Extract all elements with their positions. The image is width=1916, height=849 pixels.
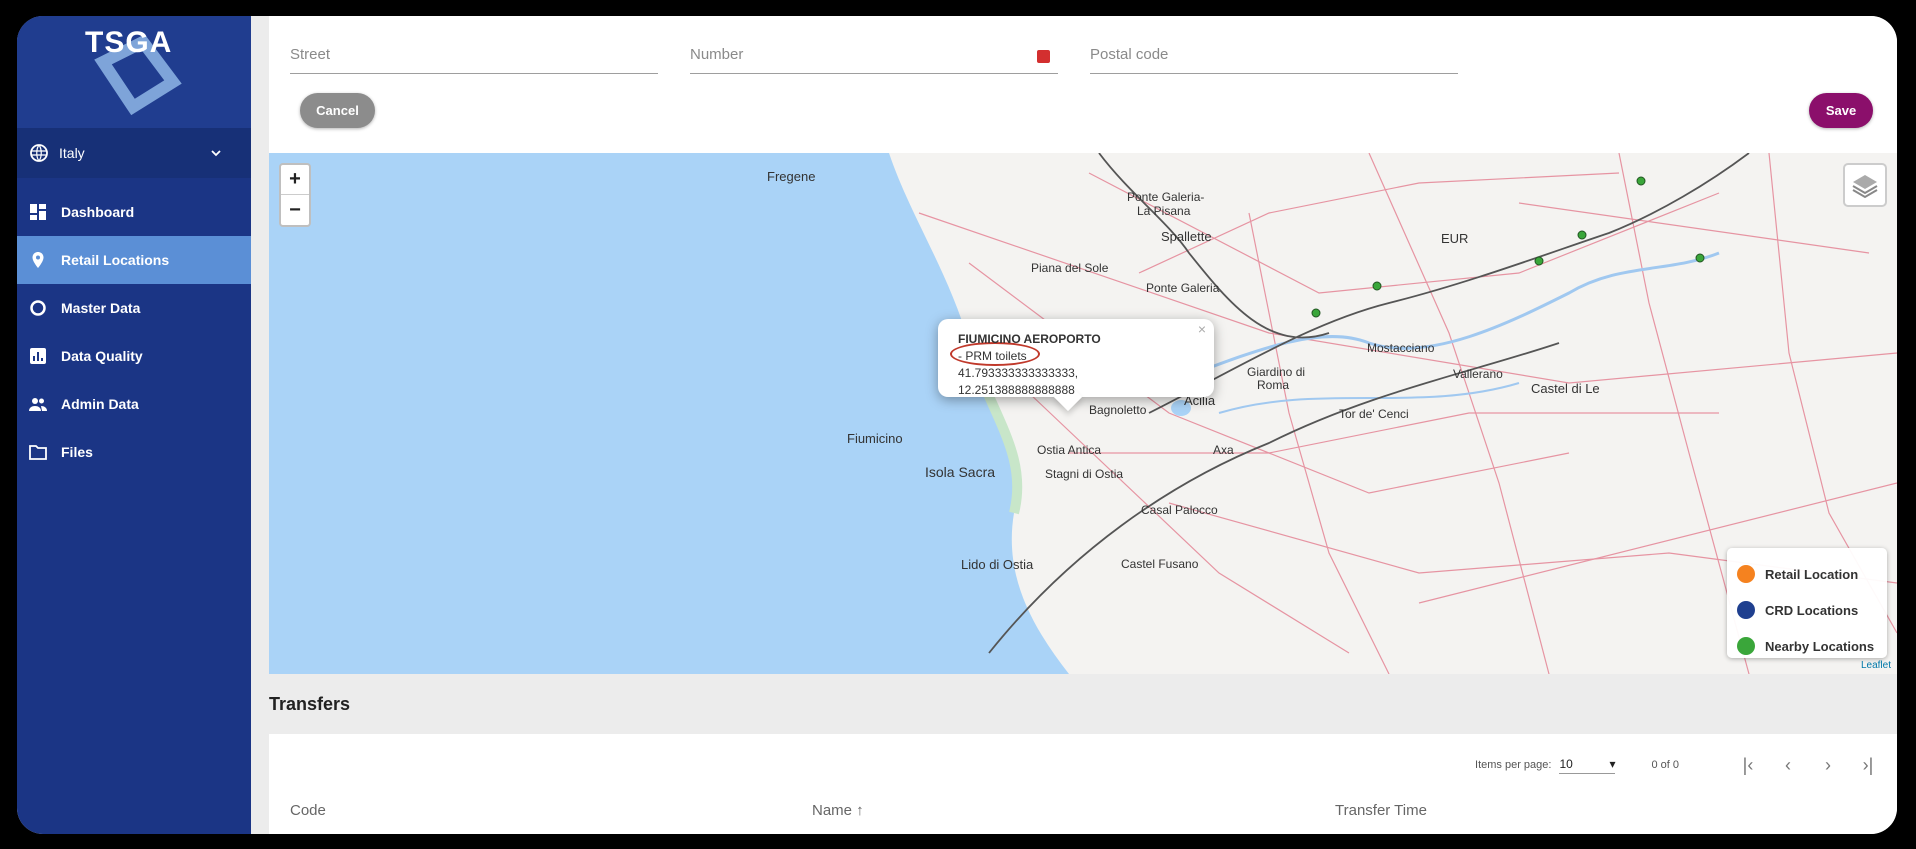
location-pin-icon bbox=[32, 252, 44, 268]
dashboard-icon bbox=[30, 204, 46, 220]
location-popup: × FIUMICINO AEROPORTO - PRM toilets 41.7… bbox=[938, 319, 1214, 412]
postal-code-placeholder: Postal code bbox=[1090, 46, 1169, 63]
main-content: Street Number Postal code Cancel Save Fr… bbox=[251, 16, 1897, 834]
country-label: Italy bbox=[59, 145, 85, 161]
logo-text: TSGA bbox=[85, 26, 173, 59]
sidebar-item-label: Master Data bbox=[61, 300, 141, 316]
legend-label: Retail Location bbox=[1765, 566, 1859, 582]
postal-code-input[interactable]: Postal code bbox=[1090, 46, 1458, 74]
map-label: Piana del Sole bbox=[1031, 261, 1109, 275]
items-per-page-value: 10 bbox=[1559, 756, 1573, 771]
dropdown-arrow-icon: ▾ bbox=[1609, 756, 1616, 771]
transfers-table: Items per page: 10 ▾ 0 of 0 |‹ ‹ › ›| Co… bbox=[269, 734, 1897, 834]
chevron-down-icon bbox=[211, 150, 221, 157]
map-tiles bbox=[269, 153, 1897, 674]
map-legend: Retail Location CRD Locations Nearby Loc… bbox=[1727, 548, 1887, 658]
sidebar: TSGA Italy Dashboard Retail Locations Ma… bbox=[17, 16, 251, 834]
map-label: Castel Fusano bbox=[1121, 557, 1199, 571]
sidebar-item-label: Admin Data bbox=[61, 396, 139, 412]
popup-title: FIUMICINO AEROPORTO bbox=[958, 332, 1101, 346]
legend-retail-location: Retail Location bbox=[1737, 556, 1877, 592]
map-label: Lido di Ostia bbox=[961, 557, 1034, 572]
map-label: La Pisana bbox=[1137, 204, 1191, 218]
map-label: Mostacciano bbox=[1367, 341, 1435, 355]
next-page-icon[interactable]: › bbox=[1817, 754, 1839, 776]
bar-chart-icon bbox=[30, 348, 46, 364]
map-label: Ostia Antica bbox=[1037, 443, 1102, 457]
country-selector[interactable]: Italy bbox=[17, 128, 251, 178]
items-per-page-label: Items per page: bbox=[1475, 759, 1552, 771]
sidebar-item-master-data[interactable]: Master Data bbox=[17, 284, 251, 332]
sidebar-item-label: Dashboard bbox=[61, 204, 135, 220]
logo: TSGA bbox=[17, 16, 251, 128]
paginator: Items per page: 10 ▾ 0 of 0 |‹ ‹ › ›| bbox=[1475, 754, 1879, 776]
sidebar-nav: Dashboard Retail Locations Master Data D… bbox=[17, 188, 251, 476]
map-label: Roma bbox=[1257, 378, 1290, 392]
circle-icon bbox=[30, 300, 46, 316]
previous-page-icon[interactable]: ‹ bbox=[1777, 754, 1799, 776]
globe-icon bbox=[30, 144, 48, 162]
people-icon bbox=[29, 398, 47, 411]
number-placeholder: Number bbox=[690, 46, 744, 63]
map[interactable]: Fregene Ponte Galeria- La Pisana Spallet… bbox=[269, 153, 1897, 674]
sidebar-item-label: Data Quality bbox=[61, 348, 143, 364]
map-label: EUR bbox=[1441, 231, 1469, 246]
leaflet-attribution-link[interactable]: Leaflet bbox=[1861, 660, 1891, 671]
legend-crd-locations: CRD Locations bbox=[1737, 592, 1877, 628]
map-label: Castel di Le bbox=[1531, 381, 1600, 396]
number-input[interactable]: Number bbox=[690, 46, 1058, 74]
map-label: Stagni di Ostia bbox=[1045, 467, 1124, 481]
sidebar-item-retail-locations[interactable]: Retail Locations bbox=[17, 236, 251, 284]
map-label: Tor de' Cenci bbox=[1339, 407, 1409, 421]
popup-line: - PRM toilets bbox=[958, 349, 1027, 363]
save-button[interactable]: Save bbox=[1809, 93, 1873, 128]
address-form: Street Number Postal code Cancel Save bbox=[269, 16, 1897, 153]
popup-coordinates: 41.793333333333333, 12.251388888888888 bbox=[958, 366, 1079, 397]
map-label: Spallette bbox=[1161, 229, 1212, 244]
column-header-transfer-time[interactable]: Transfer Time bbox=[1335, 802, 1427, 819]
sidebar-item-label: Files bbox=[61, 444, 93, 460]
column-header-name[interactable]: Name ↑ bbox=[812, 802, 864, 819]
page-range: 0 of 0 bbox=[1651, 759, 1679, 771]
close-icon[interactable]: × bbox=[1198, 321, 1206, 337]
map-label: Isola Sacra bbox=[925, 464, 996, 480]
orange-dot-icon bbox=[1737, 565, 1755, 583]
street-placeholder: Street bbox=[290, 46, 331, 63]
cancel-button[interactable]: Cancel bbox=[300, 93, 375, 128]
sidebar-item-data-quality[interactable]: Data Quality bbox=[17, 332, 251, 380]
sidebar-item-label: Retail Locations bbox=[61, 252, 170, 268]
zoom-in-button[interactable]: + bbox=[281, 165, 309, 195]
blue-dot-icon bbox=[1737, 601, 1755, 619]
map-label: Fiumicino bbox=[847, 431, 903, 446]
layers-button[interactable] bbox=[1843, 163, 1887, 207]
map-label: Vallerano bbox=[1453, 367, 1503, 381]
map-label: Ponte Galeria bbox=[1146, 281, 1220, 295]
sidebar-item-admin-data[interactable]: Admin Data bbox=[17, 380, 251, 428]
first-page-icon[interactable]: |‹ bbox=[1737, 754, 1759, 776]
legend-nearby-locations: Nearby Locations bbox=[1737, 628, 1877, 664]
column-header-code[interactable]: Code bbox=[290, 802, 326, 819]
map-label: Giardino di bbox=[1247, 365, 1306, 379]
calendar-icon[interactable] bbox=[1037, 50, 1050, 63]
last-page-icon[interactable]: ›| bbox=[1857, 754, 1879, 776]
map-label: Ponte Galeria- bbox=[1127, 190, 1205, 204]
sidebar-item-files[interactable]: Files bbox=[17, 428, 251, 476]
map-label: Fregene bbox=[767, 169, 816, 184]
legend-label: CRD Locations bbox=[1765, 602, 1859, 618]
map-label: Axa bbox=[1213, 443, 1234, 457]
green-dot-icon bbox=[1737, 637, 1755, 655]
map-label: Casal Palocco bbox=[1141, 503, 1218, 517]
legend-label: Nearby Locations bbox=[1765, 638, 1875, 654]
zoom-control: + − bbox=[279, 163, 311, 227]
items-per-page-select[interactable]: 10 ▾ bbox=[1559, 756, 1616, 774]
transfers-title: Transfers bbox=[269, 694, 351, 714]
map-label: Bagnoletto bbox=[1089, 403, 1147, 417]
zoom-out-button[interactable]: − bbox=[281, 195, 309, 225]
street-input[interactable]: Street bbox=[290, 46, 658, 74]
sidebar-item-dashboard[interactable]: Dashboard bbox=[17, 188, 251, 236]
layers-icon bbox=[1852, 175, 1878, 199]
app-window: TSGA Italy Dashboard Retail Locations Ma… bbox=[17, 16, 1897, 834]
folder-icon bbox=[29, 445, 47, 460]
